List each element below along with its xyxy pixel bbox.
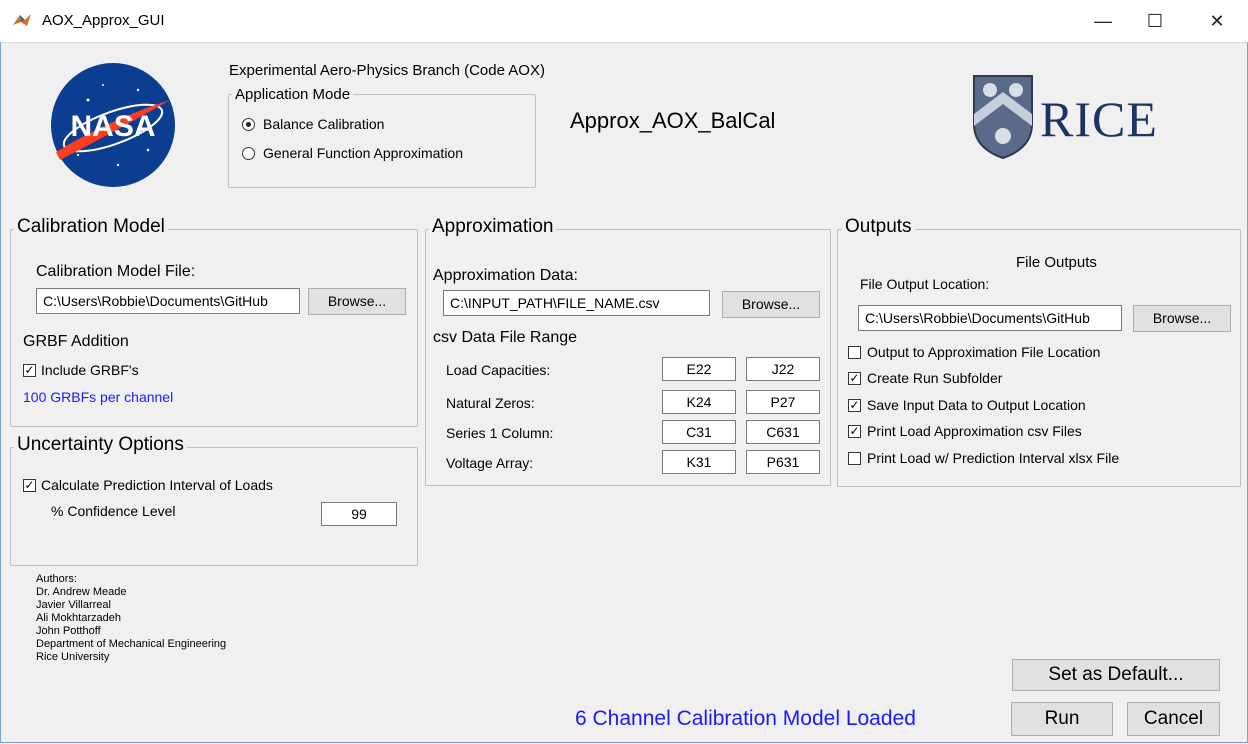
create-run-subfolder-label: Create Run Subfolder (867, 370, 1003, 386)
include-grbf-checkbox[interactable]: ✓ (23, 364, 36, 377)
rice-logo-text: RICE (1040, 91, 1158, 147)
close-button[interactable]: ✕ (1194, 0, 1240, 42)
radio-balance-calibration-label: Balance Calibration (263, 116, 385, 132)
print-load-xlsx-label: Print Load w/ Prediction Interval xlsx F… (867, 450, 1120, 466)
maximize-button[interactable]: ☐ (1132, 0, 1178, 42)
confidence-level-input[interactable]: 99 (321, 502, 397, 526)
series-column-start[interactable]: C31 (662, 420, 736, 444)
approximation-data-input[interactable]: C:\INPUT_PATH\FILE_NAME.csv (443, 290, 710, 316)
minimize-button[interactable]: — (1080, 0, 1126, 42)
series-column-label: Series 1 Column: (446, 425, 554, 441)
authors-line-1: Dr. Andrew Meade (36, 586, 127, 598)
nasa-logo-text: NASA (70, 110, 155, 143)
nasa-logo: NASA (51, 63, 175, 187)
output-browse-button[interactable]: Browse... (1133, 305, 1231, 332)
rice-shield-logo (973, 75, 1033, 160)
calibration-model-file-label: Calibration Model File: (36, 263, 196, 280)
natural-zeros-end[interactable]: P27 (746, 390, 820, 414)
authors-line-0: Authors: (36, 573, 77, 585)
set-as-default-button[interactable]: Set as Default... (1012, 659, 1220, 691)
app-title: Approx_AOX_BalCal (570, 108, 776, 133)
create-run-subfolder-checkbox[interactable]: ✓ (848, 372, 861, 385)
authors-line-5: Department of Mechanical Engineering (36, 638, 227, 650)
load-capacities-label: Load Capacities: (446, 362, 551, 378)
calibration-model-title: Calibration Model (14, 216, 168, 238)
include-grbf-label: Include GRBF's (41, 362, 139, 378)
grbf-addition-title: GRBF Addition (23, 333, 129, 350)
csv-data-range-title: csv Data File Range (433, 329, 578, 346)
authors-line-4: John Potthoff (36, 625, 101, 637)
confidence-level-label: % Confidence Level (51, 503, 176, 519)
natural-zeros-label: Natural Zeros: (446, 395, 535, 411)
cancel-button[interactable]: Cancel (1127, 702, 1220, 736)
matlab-app-icon (13, 14, 31, 26)
window-title: AOX_Approx_GUI (42, 12, 165, 29)
branch-label: Experimental Aero-Physics Branch (Code A… (229, 62, 545, 79)
save-input-data-label: Save Input Data to Output Location (867, 397, 1086, 413)
uncertainty-options-title: Uncertainty Options (14, 434, 187, 456)
output-to-approx-location-label: Output to Approximation File Location (867, 344, 1101, 360)
calc-prediction-interval-checkbox[interactable]: ✓ (23, 479, 36, 492)
application-mode-group (228, 94, 536, 188)
radio-general-function-label: General Function Approximation (263, 145, 463, 161)
natural-zeros-start[interactable]: K24 (662, 390, 736, 414)
grbf-count-info: 100 GRBFs per channel (23, 389, 174, 405)
save-input-data-checkbox[interactable]: ✓ (848, 399, 861, 412)
print-load-csv-checkbox[interactable]: ✓ (848, 425, 861, 438)
approximation-title: Approximation (429, 216, 557, 238)
radio-balance-calibration[interactable] (242, 118, 255, 131)
calibration-browse-button[interactable]: Browse... (308, 288, 406, 315)
series-column-end[interactable]: C631 (746, 420, 820, 444)
run-button[interactable]: Run (1011, 702, 1113, 736)
load-capacities-end[interactable]: J22 (746, 357, 820, 381)
authors-line-2: Javier Villarreal (36, 599, 111, 611)
status-message: 6 Channel Calibration Model Loaded (575, 707, 916, 730)
approximation-data-label: Approximation Data: (433, 267, 578, 284)
voltage-array-start[interactable]: K31 (662, 450, 736, 474)
authors-line-3: Ali Mokhtarzadeh (36, 612, 121, 624)
voltage-array-end[interactable]: P631 (746, 450, 820, 474)
outputs-title: Outputs (842, 216, 915, 238)
title-bar: AOX_Approx_GUI — ☐ ✕ (0, 0, 1248, 43)
file-outputs-title: File Outputs (1016, 254, 1097, 271)
application-mode-title: Application Mode (232, 86, 354, 103)
approximation-browse-button[interactable]: Browse... (722, 291, 820, 318)
radio-general-function[interactable] (242, 147, 255, 160)
calibration-model-file-input[interactable]: C:\Users\Robbie\Documents\GitHub (36, 288, 300, 314)
file-output-location-label: File Output Location: (860, 276, 990, 292)
voltage-array-label: Voltage Array: (446, 455, 534, 471)
file-output-location-input[interactable]: C:\Users\Robbie\Documents\GitHub (858, 305, 1122, 331)
output-to-approx-location-checkbox[interactable] (848, 346, 861, 359)
calc-prediction-interval-label: Calculate Prediction Interval of Loads (41, 477, 273, 493)
load-capacities-start[interactable]: E22 (662, 357, 736, 381)
print-load-csv-label: Print Load Approximation csv Files (867, 423, 1082, 439)
print-load-xlsx-checkbox[interactable] (848, 452, 861, 465)
authors-line-6: Rice University (36, 651, 110, 663)
